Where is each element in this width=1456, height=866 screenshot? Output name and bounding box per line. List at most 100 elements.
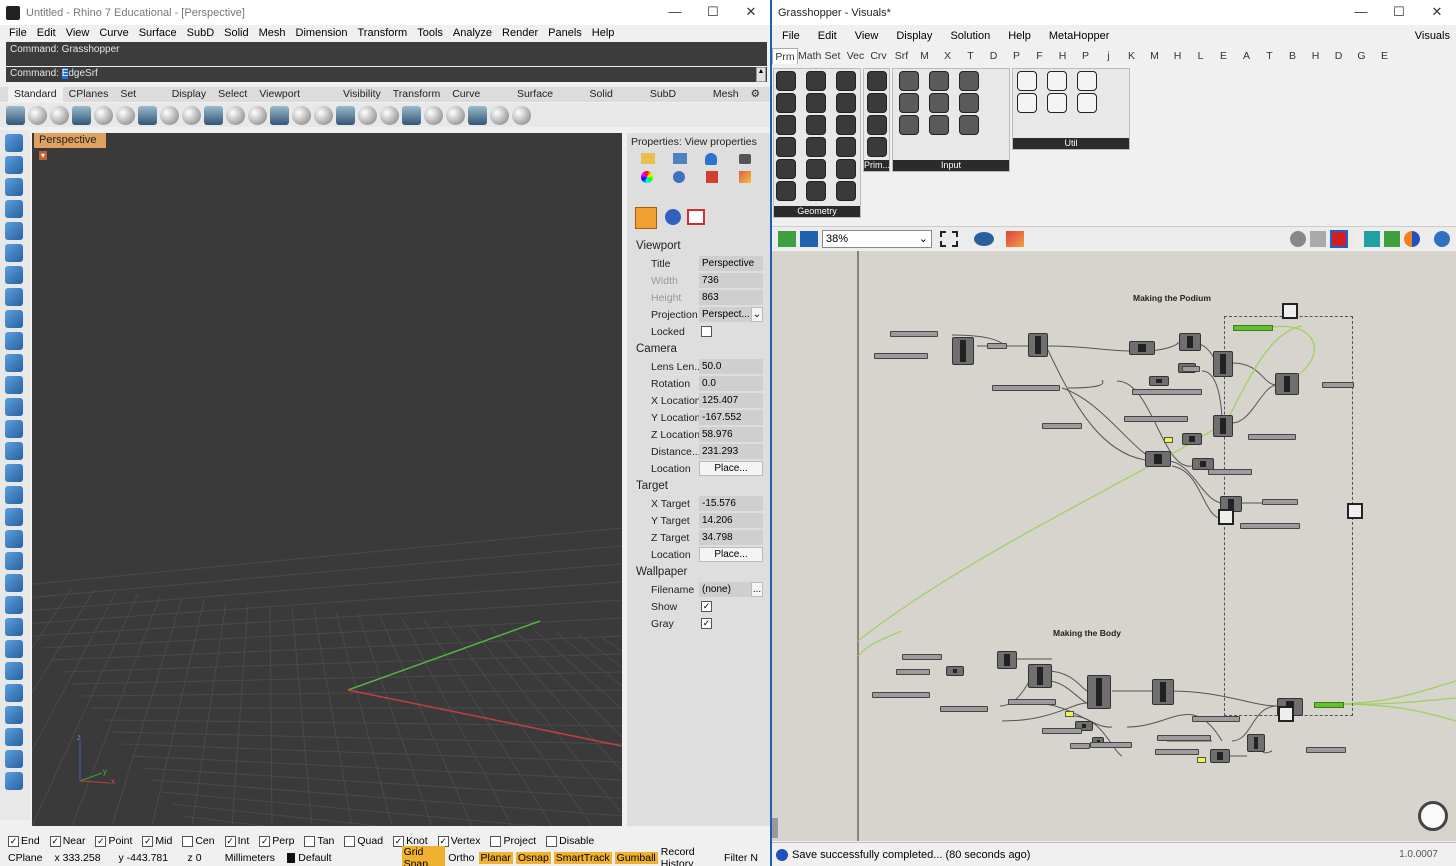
component-icon[interactable] xyxy=(867,115,887,135)
component-icon[interactable] xyxy=(836,71,856,91)
menu-item[interactable]: Help xyxy=(587,25,620,41)
tool-icon[interactable] xyxy=(5,266,23,284)
toolbar-tab[interactable]: Select xyxy=(212,87,253,102)
crosshair-icon[interactable] xyxy=(358,105,377,125)
mouse-icon[interactable] xyxy=(204,105,223,125)
tool-icon[interactable] xyxy=(5,288,23,306)
sphere-icon[interactable] xyxy=(94,105,113,125)
property-value[interactable]: 0.0 xyxy=(699,376,763,391)
component-icon[interactable] xyxy=(836,115,856,135)
osnap-checkbox[interactable]: ✓ xyxy=(437,835,449,847)
component-icon[interactable] xyxy=(806,71,826,91)
gh-param[interactable] xyxy=(1008,699,1056,705)
tool-icon[interactable] xyxy=(5,420,23,438)
select-icon[interactable] xyxy=(6,105,25,125)
gh-component[interactable] xyxy=(952,337,974,365)
gh-tab[interactable]: P xyxy=(1074,48,1097,64)
menu-item[interactable]: Mesh xyxy=(254,25,291,41)
gh-param[interactable] xyxy=(1042,423,1082,429)
property-value[interactable]: Perspective xyxy=(699,256,763,271)
osnap-checkbox[interactable] xyxy=(182,835,194,847)
gh-tab[interactable]: Set xyxy=(821,48,844,64)
menu-item[interactable]: Panels xyxy=(543,25,587,41)
osnap-option[interactable]: Disable xyxy=(546,835,594,847)
gh-tab[interactable]: T xyxy=(1258,48,1281,64)
paint-icon[interactable] xyxy=(512,105,531,125)
osnap-option[interactable]: ✓ Near xyxy=(49,835,85,847)
gear-icon[interactable]: ⚙ xyxy=(745,87,766,102)
gh-canvas[interactable]: Making the Podium Making the Body xyxy=(772,251,1456,841)
osnap-checkbox[interactable]: ✓ xyxy=(95,835,107,847)
sphere-icon[interactable] xyxy=(50,105,69,125)
component-icon[interactable] xyxy=(959,93,979,113)
display-sphere-icon[interactable] xyxy=(1434,230,1450,247)
tool-icon[interactable] xyxy=(5,178,23,196)
pencil-icon[interactable] xyxy=(739,171,751,183)
tool-icon[interactable] xyxy=(5,354,23,372)
toolbar-tab[interactable]: Standard xyxy=(8,87,63,102)
gh-tab[interactable]: H xyxy=(1304,48,1327,64)
shaded-preview-icon[interactable] xyxy=(1330,229,1348,248)
gh-tab[interactable]: Crv xyxy=(867,48,890,64)
zoom-extents-icon[interactable] xyxy=(940,230,958,247)
gh-gumball-handle[interactable] xyxy=(1282,303,1298,319)
gh-component[interactable] xyxy=(1145,451,1171,467)
gh-param[interactable] xyxy=(1157,735,1211,741)
group-title-podium[interactable]: Making the Podium xyxy=(1133,293,1211,303)
gh-menu-item[interactable]: Help xyxy=(1008,30,1031,42)
toolbar-tab[interactable]: CPlanes xyxy=(63,87,115,102)
gh-param[interactable] xyxy=(1208,469,1252,475)
chevron-down-icon[interactable]: ⌄ xyxy=(919,231,931,247)
tool-icon[interactable] xyxy=(5,398,23,416)
gh-tab[interactable]: E xyxy=(1373,48,1396,64)
gh-param[interactable] xyxy=(1182,366,1200,372)
component-icon[interactable] xyxy=(806,159,826,179)
tool-icon[interactable] xyxy=(5,750,23,768)
osnap-option[interactable]: ✓ End xyxy=(8,835,40,847)
gh-component[interactable] xyxy=(1087,675,1111,709)
chevron-down-icon[interactable]: ⌄ xyxy=(751,307,763,322)
gh-tab[interactable]: K xyxy=(1120,48,1143,64)
sphere-icon[interactable] xyxy=(380,105,399,125)
tool-icon[interactable] xyxy=(5,332,23,350)
perspective-viewport[interactable]: z y x xyxy=(32,133,622,826)
osnap-checkbox[interactable]: ✓ xyxy=(8,835,19,847)
globe-icon[interactable] xyxy=(292,105,311,125)
gh-menu-item[interactable]: View xyxy=(855,30,879,42)
property-value[interactable]: 58.976 xyxy=(699,427,763,442)
gh-component[interactable] xyxy=(997,651,1017,669)
preview-eye-icon[interactable] xyxy=(974,231,994,246)
object-icon[interactable] xyxy=(490,105,509,125)
minimize-button[interactable]: — xyxy=(656,0,694,24)
component-icon[interactable] xyxy=(929,115,949,135)
gh-param[interactable] xyxy=(1124,416,1188,422)
filename-value[interactable]: (none) xyxy=(699,582,751,597)
tool-icon[interactable] xyxy=(5,486,23,504)
light-icon[interactable] xyxy=(673,171,685,183)
cluster-icon[interactable] xyxy=(1384,230,1400,247)
viewport-tab[interactable]: Perspective ▾ xyxy=(34,133,106,160)
gh-param-selected[interactable] xyxy=(1233,325,1273,331)
tool-icon[interactable] xyxy=(5,200,23,218)
sphere-icon[interactable] xyxy=(160,105,179,125)
tool-icon[interactable] xyxy=(5,618,23,636)
gh-tab[interactable]: E xyxy=(1212,48,1235,64)
grid-snap-toggle[interactable]: Grid Snap xyxy=(401,846,446,866)
component-icon[interactable] xyxy=(899,93,919,113)
tool-icon[interactable] xyxy=(5,464,23,482)
group-title-body[interactable]: Making the Body xyxy=(1053,628,1121,638)
ortho-toggle[interactable]: Ortho xyxy=(448,852,474,864)
gh-menu-right[interactable]: Visuals xyxy=(1415,30,1450,42)
smarttrack-toggle[interactable]: SmartTrack xyxy=(553,852,612,864)
menu-item[interactable]: Edit xyxy=(32,25,61,41)
toolbar-tab[interactable]: Mesh xyxy=(707,87,745,102)
gh-maximize-button[interactable]: ☐ xyxy=(1380,0,1418,24)
gh-param[interactable] xyxy=(902,654,942,660)
osnap-option[interactable]: ✓ Mid xyxy=(142,835,172,847)
zoom-dropdown[interactable]: 38% ⌄ xyxy=(822,229,932,248)
toolbar-tab[interactable]: Set View xyxy=(114,87,165,115)
sketch-icon[interactable] xyxy=(1006,230,1024,247)
menu-item[interactable]: Analyze xyxy=(448,25,497,41)
gh-param[interactable] xyxy=(940,706,988,712)
gh-toggle[interactable] xyxy=(1197,757,1206,763)
